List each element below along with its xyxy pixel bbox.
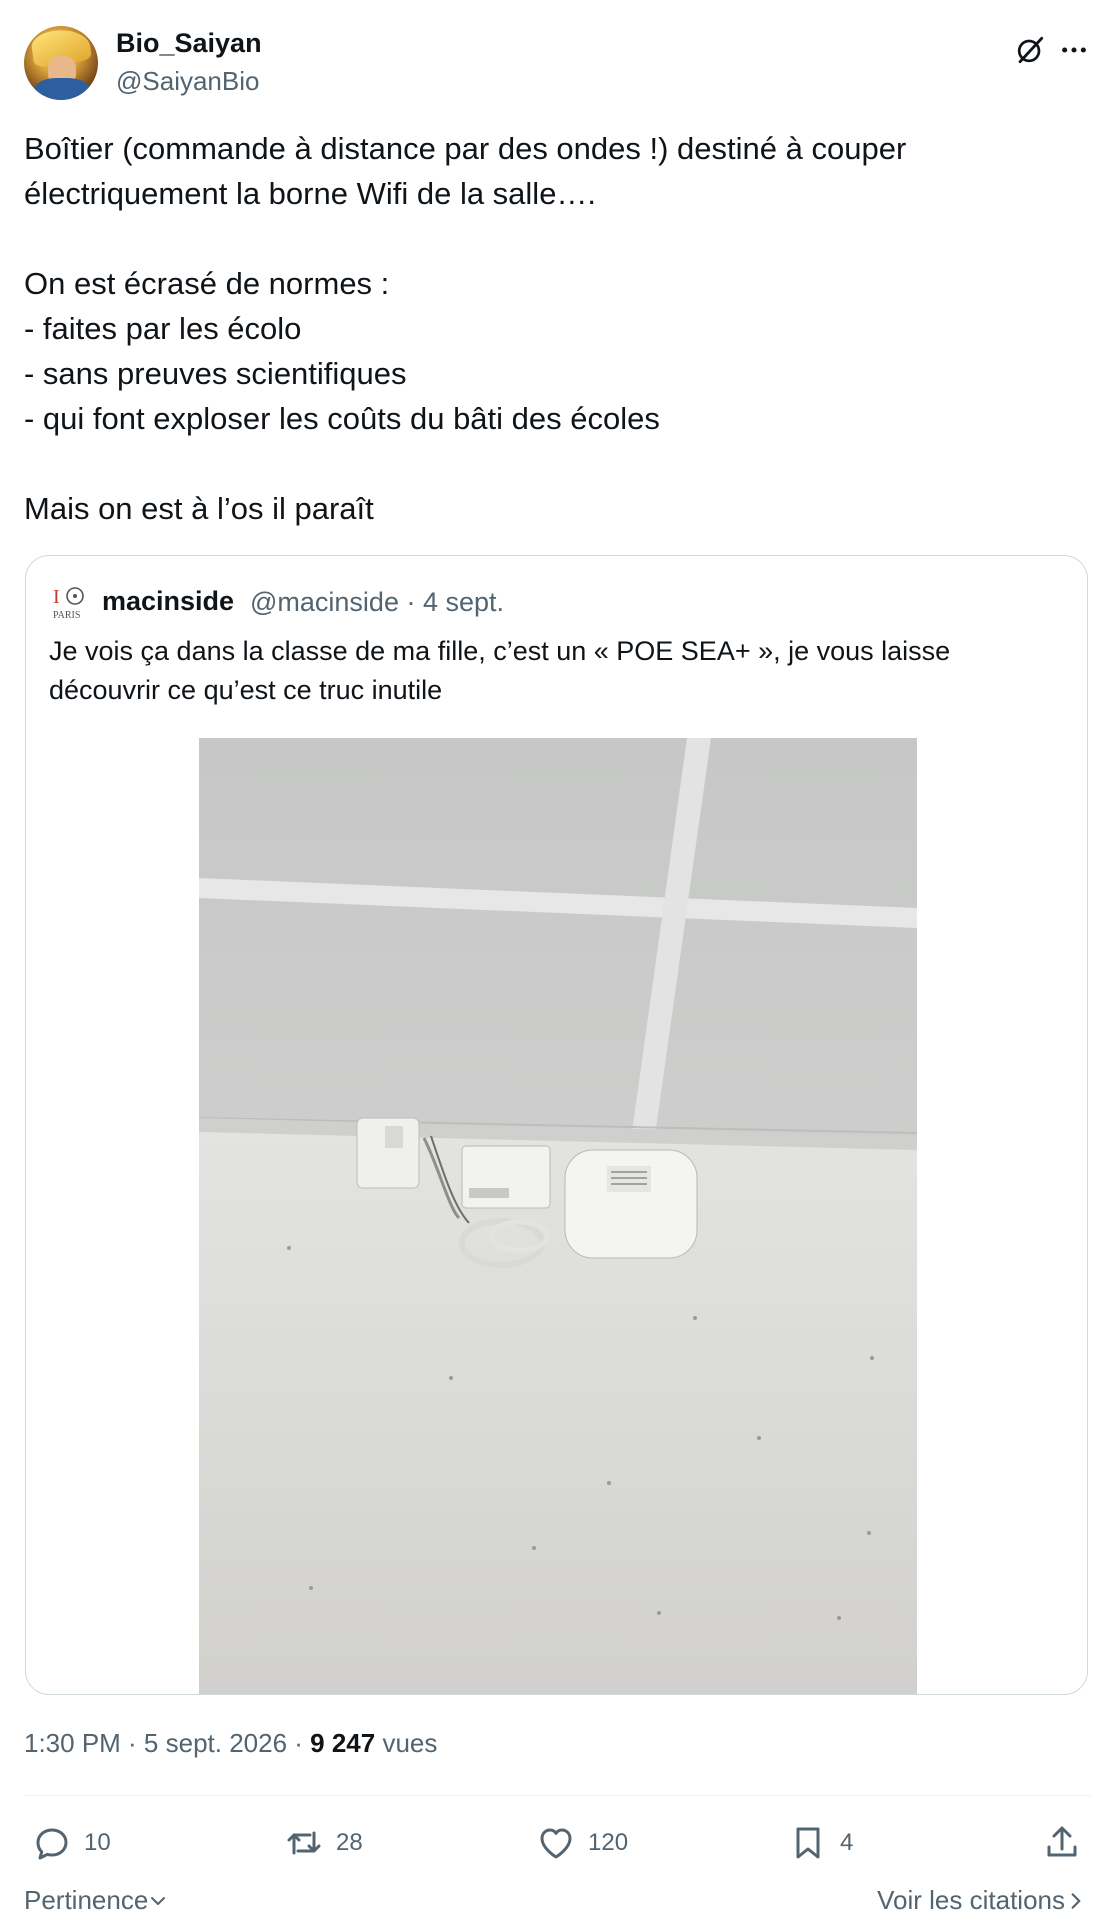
share-button[interactable] [1042,1818,1082,1868]
chevron-down-icon [151,1896,166,1905]
more-icon[interactable] [1054,30,1094,70]
bookmark-count: 4 [840,1829,854,1856]
reply-count: 10 [84,1829,111,1856]
tweet-text: Boîtier (commande à distance par des ond… [24,131,907,526]
quote-text: Je vois ça dans la classe de ma fille, c… [49,636,951,705]
views-count: 9 247 [310,1728,376,1758]
tweet-timestamp: 1:30 PM · 5 sept. 2026 · 9 247 vues [24,1728,437,1759]
repost-icon [287,1831,321,1855]
quote-photo[interactable] [199,738,917,1694]
view-quotes-label: Voir les citations [877,1885,1065,1915]
quote-author-avatar: I PARIS [51,585,91,621]
author-handle[interactable]: @SaiyanBio [116,66,259,97]
like-button[interactable]: 120 [536,1818,628,1868]
views-label: vues [375,1728,438,1758]
quote-author-name: macinside [102,586,235,616]
like-count: 120 [588,1829,629,1856]
quoted-tweet[interactable]: I PARIS macinside @macinside · 4 sept. J… [25,555,1088,1695]
repost-button[interactable]: 28 [284,1818,363,1868]
view-quotes-link[interactable]: Voir les citations [877,1885,1087,1916]
time-date[interactable]: 1:30 PM · 5 sept. 2026 · [24,1728,310,1758]
repost-count: 28 [336,1829,363,1856]
svg-text:PARIS: PARIS [53,610,80,621]
heart-icon [540,1828,572,1859]
tweet-header: Bio_Saiyan @SaiyanBio [24,24,1091,104]
author-display-name[interactable]: Bio_Saiyan [116,28,262,59]
share-icon [1047,1826,1077,1857]
chevron-right-icon [1071,1892,1081,1909]
reply-icon [36,1828,68,1860]
sort-label: Pertinence [24,1885,149,1915]
sort-dropdown[interactable]: Pertinence [24,1885,168,1916]
bookmark-icon [796,1827,820,1859]
reply-button[interactable]: 10 [32,1818,111,1868]
divider [24,1795,1091,1796]
action-bar: 10 28 120 4 [24,1818,1091,1868]
quote-meta: @macinside · 4 sept. [250,587,505,617]
bookmark-button[interactable]: 4 [788,1818,853,1868]
grok-icon[interactable] [1010,30,1050,70]
svg-text:I: I [53,586,60,608]
author-avatar[interactable] [24,26,98,100]
